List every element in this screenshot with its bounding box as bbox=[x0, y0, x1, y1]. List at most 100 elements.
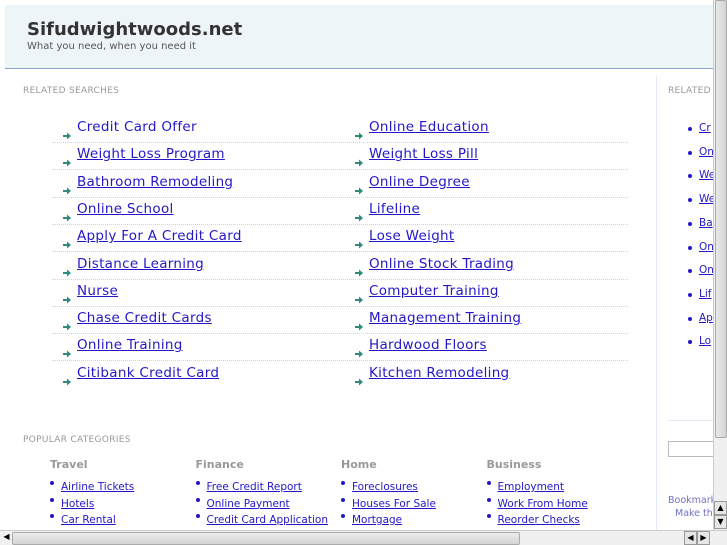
category-title: Travel bbox=[50, 458, 88, 471]
bullet-icon bbox=[688, 150, 692, 155]
category-title: Home bbox=[341, 458, 377, 471]
category-travel: TravelAirline TicketsHotelsCar RentalFli… bbox=[50, 458, 190, 530]
related-search-link[interactable]: Online School bbox=[77, 201, 174, 217]
category-item: Free Credit Report bbox=[195, 475, 336, 493]
vertical-scroll-thumb[interactable] bbox=[715, 0, 727, 438]
category-item: Airline Tickets bbox=[50, 475, 190, 493]
category-home: HomeForeclosuresHouses For SaleMortgageP… bbox=[341, 458, 481, 530]
bullet-icon bbox=[688, 292, 692, 297]
category-item: Work From Home bbox=[486, 492, 627, 510]
related-search-link[interactable]: Kitchen Remodeling bbox=[369, 365, 509, 381]
site-header: Sifudwightwoods.net What you need, when … bbox=[5, 5, 713, 69]
arrow-icon bbox=[63, 289, 71, 304]
arrow-icon bbox=[63, 262, 71, 276]
category-title: Business bbox=[486, 458, 542, 471]
related-search-link[interactable]: Distance Learning bbox=[77, 256, 204, 272]
row-separator bbox=[52, 196, 628, 198]
related-search-item: Citibank Credit Card bbox=[63, 365, 353, 392]
bullet-icon bbox=[688, 221, 692, 226]
arrow-icon bbox=[63, 316, 71, 331]
arrow-icon bbox=[63, 152, 71, 167]
arrow-icon bbox=[63, 343, 71, 358]
related-search-link[interactable]: Computer Training bbox=[369, 283, 499, 299]
arrow-icon bbox=[355, 152, 363, 167]
bullet-icon bbox=[341, 481, 345, 485]
category-item: Hotels bbox=[50, 492, 190, 510]
bullet-icon bbox=[486, 497, 491, 502]
sidebar-link[interactable]: We bbox=[699, 193, 713, 205]
category-item: Mortgage bbox=[341, 508, 481, 526]
related-search-link[interactable]: Bathroom Remodeling bbox=[77, 174, 233, 190]
sidebar-link[interactable]: We bbox=[699, 169, 713, 181]
sidebar-search-input[interactable] bbox=[668, 441, 713, 457]
sidebar-link[interactable]: Ba bbox=[699, 217, 713, 229]
horizontal-scroll-thumb[interactable] bbox=[12, 532, 520, 545]
related-search-link[interactable]: Hardwood Floors bbox=[369, 337, 487, 353]
bullet-icon bbox=[688, 316, 692, 321]
column-divider bbox=[656, 76, 657, 530]
arrow-icon bbox=[355, 234, 363, 249]
related-search-link[interactable]: Online Education bbox=[369, 119, 489, 135]
sidebar-link[interactable]: Cr bbox=[699, 122, 711, 134]
bullet-icon bbox=[195, 514, 200, 518]
category-link[interactable]: Credit Card Application bbox=[207, 514, 328, 526]
sidebar-link[interactable]: Lif bbox=[699, 288, 711, 300]
related-search-link[interactable]: Online Degree bbox=[369, 174, 470, 190]
arrow-icon bbox=[355, 289, 363, 304]
scroll-right-button[interactable]: ▶ bbox=[697, 531, 710, 545]
related-search-link[interactable]: Citibank Credit Card bbox=[77, 365, 219, 381]
scroll-up-button[interactable]: ▲ bbox=[714, 501, 727, 515]
sidebar-link[interactable]: On bbox=[699, 264, 713, 276]
related-search-link[interactable]: Weight Loss Program bbox=[77, 146, 225, 162]
category-item: Foreclosures bbox=[341, 475, 481, 493]
bookmark-link[interactable]: Bookmark bbox=[668, 495, 713, 506]
bullet-icon bbox=[486, 481, 491, 485]
arrow-icon bbox=[355, 316, 363, 331]
make-homepage-link[interactable]: Make thi bbox=[675, 508, 713, 519]
related-search-link[interactable]: Online Training bbox=[77, 337, 183, 353]
bullet-icon bbox=[688, 174, 692, 179]
related-search-link[interactable]: Apply For A Credit Card bbox=[77, 228, 242, 244]
bullet-icon bbox=[486, 514, 491, 518]
sidebar-related-label: RELATED bbox=[668, 86, 711, 96]
related-search-link[interactable]: Lifeline bbox=[369, 201, 420, 217]
category-item: Employment bbox=[486, 475, 627, 493]
horizontal-scrollbar[interactable]: ◀ ◀ ▶ bbox=[0, 530, 727, 545]
bullet-icon bbox=[688, 245, 692, 250]
arrow-icon bbox=[355, 207, 363, 222]
sidebar-link[interactable]: On bbox=[699, 146, 713, 158]
row-separator bbox=[52, 251, 628, 253]
row-separator bbox=[52, 333, 628, 335]
related-search-link[interactable]: Weight Loss Pill bbox=[369, 146, 478, 162]
row-separator bbox=[52, 169, 628, 171]
site-title[interactable]: Sifudwightwoods.net bbox=[27, 19, 242, 40]
row-separator bbox=[52, 305, 628, 307]
sidebar-link[interactable]: On bbox=[699, 241, 713, 253]
related-search-link[interactable]: Nurse bbox=[77, 283, 118, 299]
arrow-icon bbox=[355, 371, 363, 386]
arrow-icon bbox=[63, 125, 71, 140]
sidebar-link[interactable]: Ap bbox=[699, 312, 713, 324]
site-tagline: What you need, when you need it bbox=[27, 41, 196, 52]
vertical-scrollbar[interactable]: ▲ ▼ bbox=[713, 0, 727, 530]
bullet-icon bbox=[341, 514, 345, 518]
related-search-link[interactable]: Chase Credit Cards bbox=[77, 310, 212, 326]
related-search-link[interactable]: Credit Card Offer bbox=[77, 119, 197, 135]
category-item: Houses For Sale bbox=[341, 492, 481, 510]
category-item: Credit Card Application bbox=[195, 508, 336, 526]
scroll-down-button[interactable]: ▼ bbox=[714, 515, 727, 529]
category-item: Online Payment bbox=[195, 492, 336, 510]
bullet-icon bbox=[341, 497, 345, 502]
category-finance: Finance Free Credit Report Online Payment C… bbox=[195, 458, 336, 526]
category-item: Car Rental bbox=[50, 508, 190, 526]
bullet-icon bbox=[50, 514, 54, 518]
scroll-left-button-2[interactable]: ◀ bbox=[684, 531, 697, 545]
bullet-icon bbox=[50, 497, 54, 502]
row-separator bbox=[52, 278, 628, 280]
bullet-icon bbox=[195, 497, 200, 502]
sidebar-link[interactable]: Lo bbox=[699, 335, 711, 347]
bullet-icon bbox=[688, 198, 692, 203]
related-search-link[interactable]: Lose Weight bbox=[369, 228, 455, 244]
related-search-link[interactable]: Online Stock Trading bbox=[369, 256, 514, 272]
related-search-link[interactable]: Management Training bbox=[369, 310, 521, 326]
